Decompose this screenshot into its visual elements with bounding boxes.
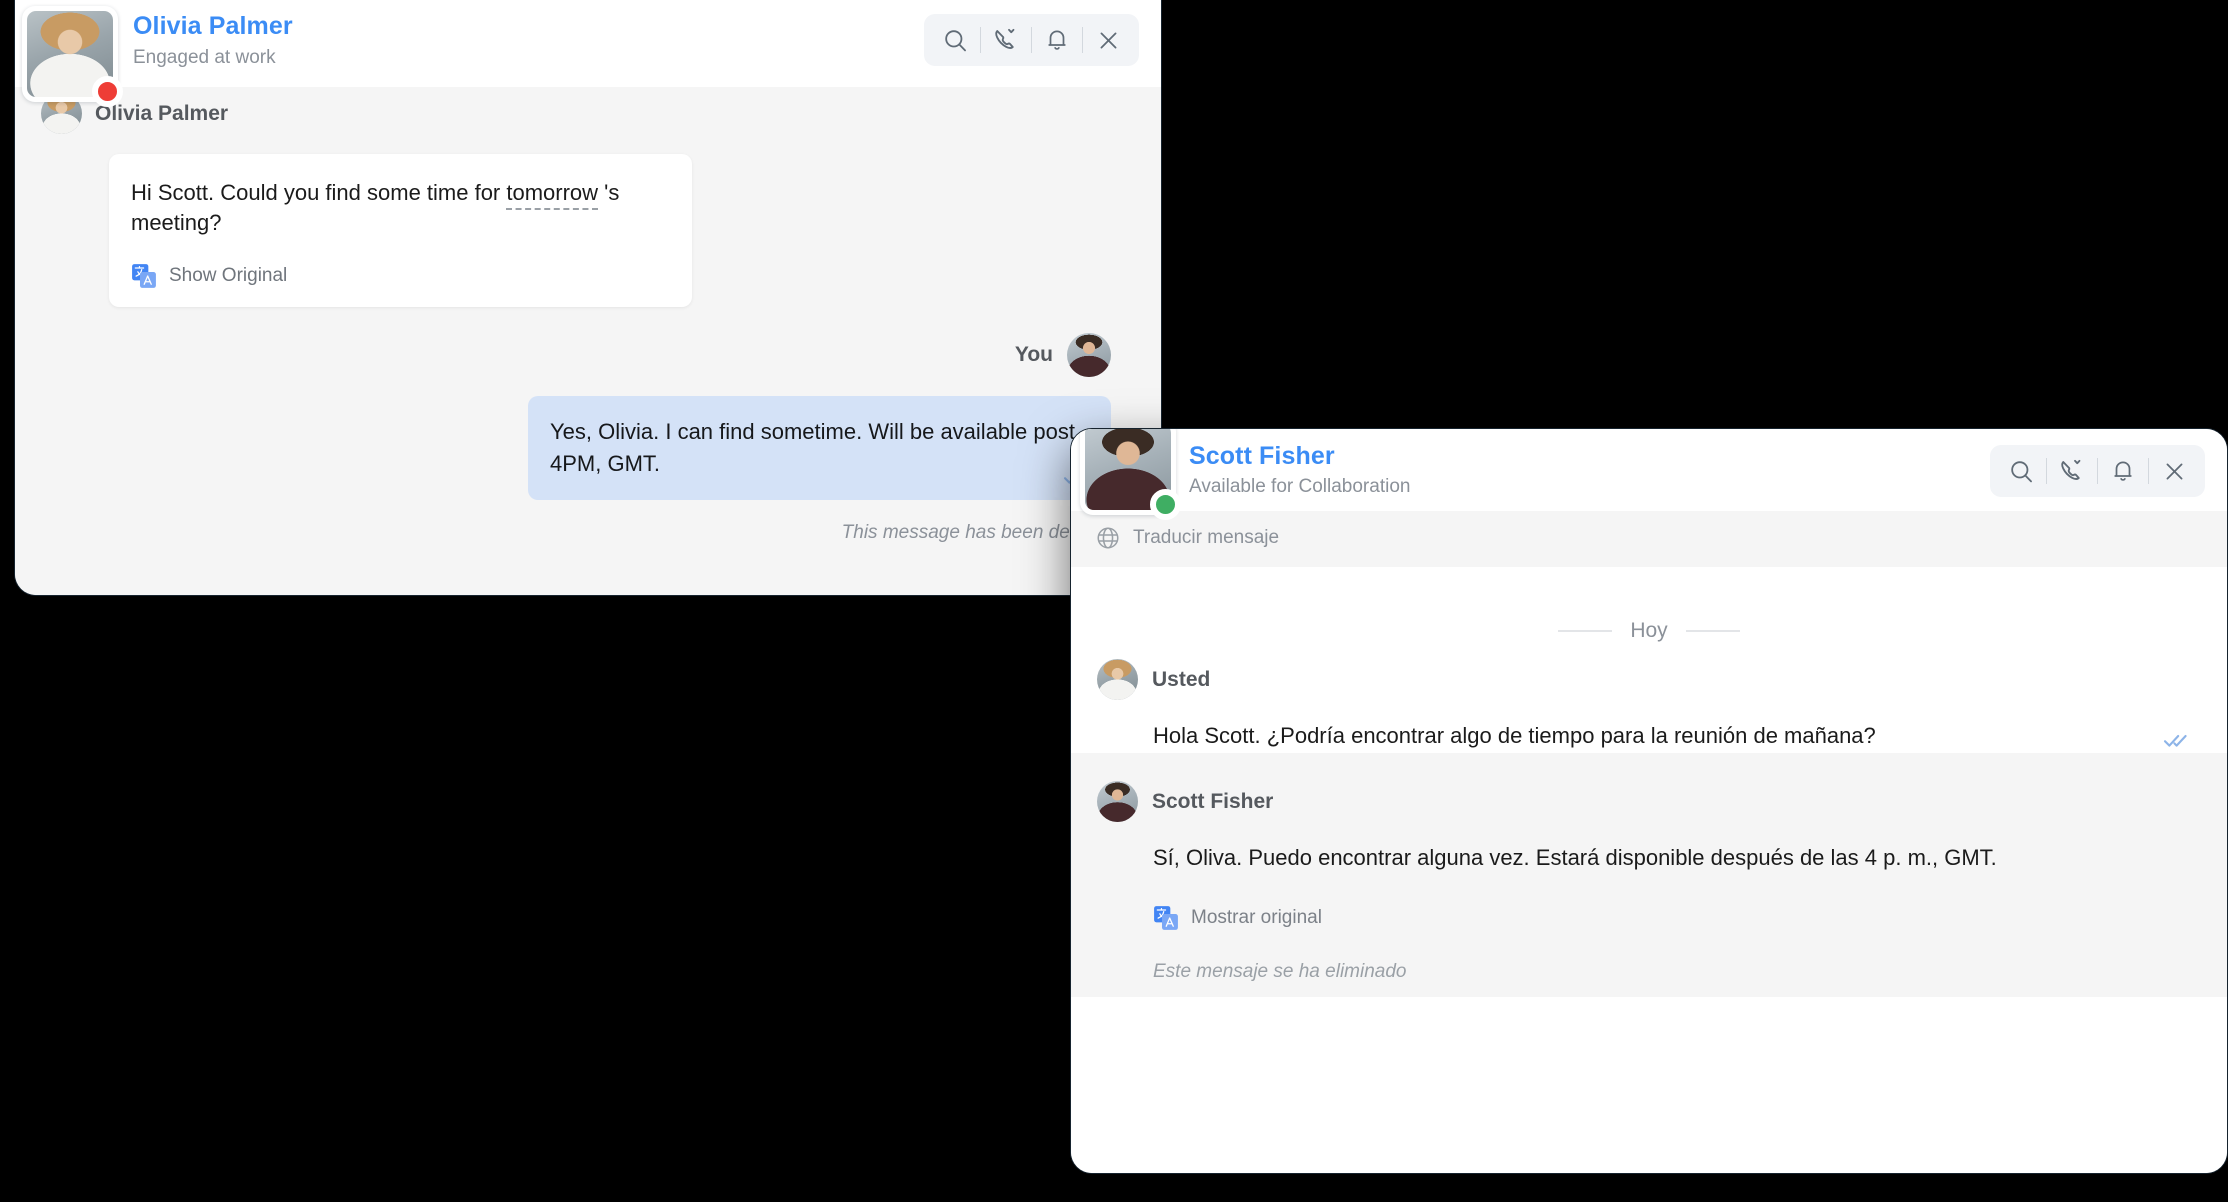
show-original-button[interactable]: Mostrar original	[1153, 905, 2201, 931]
message-text: Hi Scott. Could you find some time for t…	[131, 178, 670, 237]
deleted-message-note: This message has been deleted	[41, 500, 1139, 544]
notifications-button[interactable]	[1032, 14, 1082, 66]
close-button[interactable]	[1083, 14, 1133, 66]
call-button[interactable]	[2047, 445, 2097, 497]
translate-message-bar[interactable]: Traducir mensaje	[1071, 511, 2227, 567]
message-text: Hola Scott. ¿Podría encontrar algo de ti…	[1153, 723, 1876, 748]
contact-status: Engaged at work	[133, 47, 293, 69]
message-text: Yes, Olivia. I can find sometime. Will b…	[550, 416, 1089, 480]
deleted-message-note: Este mensaje se ha eliminado	[1153, 961, 2201, 983]
screen: Olivia Palmer Engaged at work	[0, 0, 2228, 1202]
message-sender-name: Olivia Palmer	[95, 102, 228, 126]
chat-window-scott: Scott Fisher Available for Collaboration	[1070, 428, 2228, 1174]
globe-icon	[1095, 525, 1121, 551]
contact-status: Available for Collaboration	[1189, 476, 1410, 498]
bell-icon	[1044, 27, 1070, 53]
message-sender-name: You	[1015, 343, 1053, 367]
close-icon	[1096, 28, 1121, 53]
search-icon	[2008, 458, 2035, 485]
search-button[interactable]	[1996, 445, 2046, 497]
header-actions-scott	[1990, 445, 2205, 497]
avatar	[1097, 781, 1138, 822]
header-text-group: Scott Fisher Available for Collaboration	[1189, 442, 1410, 499]
google-translate-icon	[131, 263, 157, 289]
contact-name[interactable]: Olivia Palmer	[133, 12, 293, 41]
show-original-label: Show Original	[169, 265, 287, 287]
message-sender-row: Scott Fisher	[1097, 765, 2201, 822]
avatar-olivia[interactable]	[22, 6, 118, 102]
detected-date-tomorrow[interactable]: tomorrow	[506, 180, 598, 210]
chat-header-olivia: Olivia Palmer Engaged at work	[15, 0, 1161, 81]
avatar-scott[interactable]	[1080, 428, 1176, 515]
message-sender-row: Olivia Palmer	[41, 87, 1139, 134]
translate-message-label: Traducir mensaje	[1133, 527, 1279, 549]
show-original-button[interactable]: Show Original	[131, 263, 670, 289]
phone-dropdown-icon	[2058, 457, 2086, 485]
show-original-label: Mostrar original	[1191, 907, 1322, 929]
contact-name[interactable]: Scott Fisher	[1189, 442, 1410, 471]
divider-line-right	[1686, 630, 1740, 632]
message-list-scott: Hoy Usted Hola Scott. ¿Podría encontrar …	[1071, 619, 2227, 1174]
message-sender-row: Usted	[1097, 643, 2201, 700]
notifications-button[interactable]	[2098, 445, 2148, 497]
avatar	[1097, 659, 1138, 700]
message-list-olivia: Olivia Palmer Hi Scott. Could you find s…	[15, 87, 1161, 596]
header-text-group: Olivia Palmer Engaged at work	[133, 12, 293, 69]
read-receipt-double-check-icon	[2163, 731, 2193, 749]
header-actions-olivia	[924, 14, 1139, 66]
message-sender-name: Scott Fisher	[1152, 790, 1273, 814]
chat-header-scott: Scott Fisher Available for Collaboration	[1071, 429, 2227, 511]
message-outgoing-usted: Usted Hola Scott. ¿Podría encontrar algo…	[1071, 643, 2227, 753]
close-button[interactable]	[2149, 445, 2199, 497]
chat-window-olivia: Olivia Palmer Engaged at work	[14, 0, 1162, 596]
call-button[interactable]	[981, 14, 1031, 66]
message-incoming: Olivia Palmer Hi Scott. Could you find s…	[15, 87, 1161, 544]
presence-indicator-busy	[92, 76, 123, 107]
message-bubble-outgoing[interactable]: Yes, Olivia. I can find sometime. Will b…	[528, 396, 1111, 500]
avatar	[1067, 333, 1111, 377]
divider-line-left	[1558, 630, 1612, 632]
presence-indicator-online	[1150, 489, 1181, 520]
bell-icon	[2110, 458, 2136, 484]
day-divider-label: Hoy	[1630, 619, 1667, 643]
message-sender-row-you: You	[41, 333, 1139, 377]
message-text-row[interactable]: Hola Scott. ¿Podría encontrar algo de ti…	[1153, 718, 2201, 753]
google-translate-icon	[1153, 905, 1179, 931]
search-icon	[942, 27, 969, 54]
message-text: Sí, Oliva. Puedo encontrar alguna vez. E…	[1153, 840, 2201, 875]
day-divider: Hoy	[1071, 619, 2227, 643]
message-sender-name: Usted	[1152, 668, 1210, 692]
search-button[interactable]	[930, 14, 980, 66]
message-incoming-scott: Scott Fisher Sí, Oliva. Puedo encontrar …	[1071, 753, 2227, 997]
phone-dropdown-icon	[992, 26, 1020, 54]
close-icon	[2162, 459, 2187, 484]
message-text-before: Hi Scott. Could you find some time for	[131, 180, 506, 205]
message-bubble-incoming[interactable]: Hi Scott. Could you find some time for t…	[109, 154, 692, 307]
